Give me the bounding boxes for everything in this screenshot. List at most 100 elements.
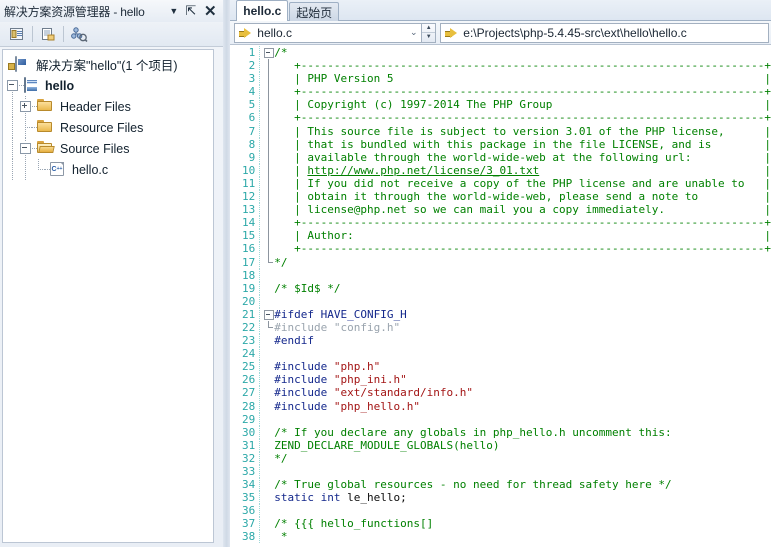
code-line[interactable]: 16 +------------------------------------… [230, 242, 771, 256]
tree-item-header-files[interactable]: Header Files [3, 96, 213, 117]
member-dropdown[interactable]: hello.c ⌄ [234, 22, 423, 43]
code-line[interactable]: 5 | Copyright (c) 1997-2014 The PHP Grou… [230, 98, 771, 112]
fold-collapse-icon[interactable] [263, 308, 275, 321]
solution-tree-container[interactable]: 解决方案"hello"(1 个项目) hello Header Files Re… [2, 49, 215, 543]
line-number: 36 [242, 504, 256, 518]
line-number: 10 [242, 163, 256, 177]
panel-splitter[interactable] [223, 0, 231, 547]
properties-window-icon[interactable] [5, 24, 29, 45]
navigation-spinner[interactable]: ▲ ▼ [422, 22, 437, 43]
code-line[interactable]: 4 +-------------------------------------… [230, 85, 771, 99]
code-line[interactable]: 8 | that is bundled with this package in… [230, 137, 771, 151]
line-number-guide [256, 412, 263, 426]
code-token[interactable]: http://www.php.net/license/3_01.txt [307, 164, 539, 177]
code-line[interactable]: 6 +-------------------------------------… [230, 111, 771, 125]
code-line[interactable]: 28 #include "php_hello.h" [230, 399, 771, 413]
code-token: | [539, 163, 771, 177]
spinner-up-icon[interactable]: ▲ [422, 24, 436, 33]
code-line[interactable]: 22 #include "config.h" [230, 320, 771, 335]
code-line[interactable]: 25 #include "php.h" [230, 360, 771, 374]
code-line[interactable]: 38 * [230, 530, 771, 544]
expander-minus-source-files[interactable] [19, 138, 32, 159]
pin-button[interactable]: ⇱ [182, 2, 199, 20]
code-line[interactable]: 12 | obtain it through the world-wide-we… [230, 190, 771, 204]
expander-minus-project[interactable] [6, 75, 19, 96]
code-token: | This source file is subject to version… [274, 124, 771, 138]
code-line[interactable]: 3 | PHP Version 5 | [230, 72, 771, 86]
code-token: "php_ini.h" [333, 373, 407, 387]
code-line[interactable]: 30 /* If you declare any globals in php_h… [230, 425, 771, 439]
code-line[interactable]: 15 | Author: | [230, 229, 771, 243]
code-token: | obtain it through the world-wide-web, … [274, 190, 771, 204]
show-all-files-icon[interactable] [36, 24, 60, 45]
code-text: */ [274, 452, 771, 465]
code-line[interactable]: 34 /* True global resources - no need for… [230, 478, 771, 492]
tree-item-file-hello-c[interactable]: C ++ hello.c [3, 159, 213, 180]
tab-hello-c[interactable]: hello.c [236, 0, 289, 21]
chevron-down-icon[interactable]: ⌄ [406, 27, 421, 38]
tree-item-solution[interactable]: 解决方案"hello"(1 个项目) [3, 54, 213, 75]
code-line[interactable]: 29 [230, 412, 771, 426]
line-number: 9 [248, 150, 256, 164]
line-number: 37 [242, 517, 256, 531]
tree-item-source-files[interactable]: Source Files [3, 138, 213, 159]
code-line[interactable]: 24 [230, 347, 771, 361]
code-text: | available through the world-wide-web a… [274, 151, 771, 164]
code-line[interactable]: 26 #include "php_ini.h" [230, 373, 771, 387]
code-line[interactable]: 32 */ [230, 451, 771, 466]
dropdown-menu-button[interactable]: ▼ [165, 2, 182, 20]
code-line[interactable]: 9 | available through the world-wide-web… [230, 150, 771, 164]
code-text: #include "php_ini.h" [274, 373, 771, 386]
tree-item-resource-files[interactable]: Resource Files [3, 117, 213, 138]
code-line[interactable]: 17 */ [230, 255, 771, 269]
code-editor[interactable]: 1/* 2 +----------------------------------… [230, 45, 771, 547]
code-line[interactable]: 21 #ifdef HAVE_CONFIG_H [230, 307, 771, 322]
code-line[interactable]: 20 [230, 294, 771, 308]
tree-item-label: Header Files [60, 99, 131, 114]
close-button[interactable]: ✕ [199, 2, 221, 20]
tab-start-page[interactable]: 起始页 [289, 2, 340, 21]
code-line[interactable]: 2 +-------------------------------------… [230, 59, 771, 73]
code-line[interactable]: 31 ZEND_DECLARE_MODULE_GLOBALS(hello) [230, 438, 771, 453]
tree-item-label: hello [45, 78, 75, 93]
code-line[interactable]: 36 [230, 504, 771, 518]
code-token: /* {{{ hello_functions[] [274, 517, 434, 531]
code-line[interactable]: 7 | This source file is subject to versi… [230, 124, 771, 138]
code-line[interactable]: 18 [230, 268, 771, 282]
tree-item-project-hello[interactable]: hello [3, 75, 213, 96]
expander-plus-header-files[interactable] [19, 96, 32, 117]
code-token: /* If you declare any globals in php_hel… [274, 425, 672, 439]
code-line[interactable]: 35 static int le_hello; [230, 491, 771, 505]
code-line[interactable]: 14 +------------------------------------… [230, 216, 771, 230]
tree-item-label: Source Files [60, 141, 130, 156]
file-path-field[interactable]: e:\Projects\php-5.4.45-src\ext\hello\hel… [440, 22, 769, 43]
code-line[interactable]: 23 #endif [230, 334, 771, 348]
code-line[interactable]: 11 | If you did not receive a copy of th… [230, 176, 771, 191]
fold-guide [263, 255, 274, 269]
fold-guide [263, 85, 274, 99]
tree-guide [6, 96, 19, 117]
code-line[interactable]: 1 /* [230, 46, 771, 60]
fold-guide [263, 320, 274, 334]
spinner-down-icon[interactable]: ▼ [422, 33, 435, 42]
code-line[interactable]: 33 [230, 465, 771, 479]
line-number: 29 [242, 412, 256, 426]
line-number-guide [256, 399, 263, 413]
code-text: /* {{{ hello_functions[] [274, 517, 771, 530]
code-line[interactable]: 19 /* $Id$ */ [230, 281, 771, 295]
line-number-guide [256, 190, 263, 204]
line-number: 38 [242, 530, 256, 544]
code-token: * [274, 530, 288, 544]
fold-collapse-icon[interactable] [263, 46, 275, 59]
code-line[interactable]: 10 | http://www.php.net/license/3_01.txt… [230, 163, 771, 178]
code-line[interactable]: 13 | license@php.net so we can mail you … [230, 203, 771, 217]
tree-guide [19, 159, 32, 180]
code-text: | license@php.net so we can mail you a c… [274, 203, 771, 216]
class-view-icon[interactable] [67, 24, 91, 45]
fold-guide [263, 360, 274, 373]
code-line[interactable]: 27 #include "ext/standard/info.h" [230, 386, 771, 400]
code-token: /* True global resources - no need for t… [274, 478, 672, 492]
editor-pane: hello.c 起始页 hello.c ⌄ ▲ ▼ e:\Projects\ph… [230, 0, 771, 547]
line-number: 34 [242, 478, 256, 492]
code-line[interactable]: 37 /* {{{ hello_functions[] [230, 517, 771, 531]
